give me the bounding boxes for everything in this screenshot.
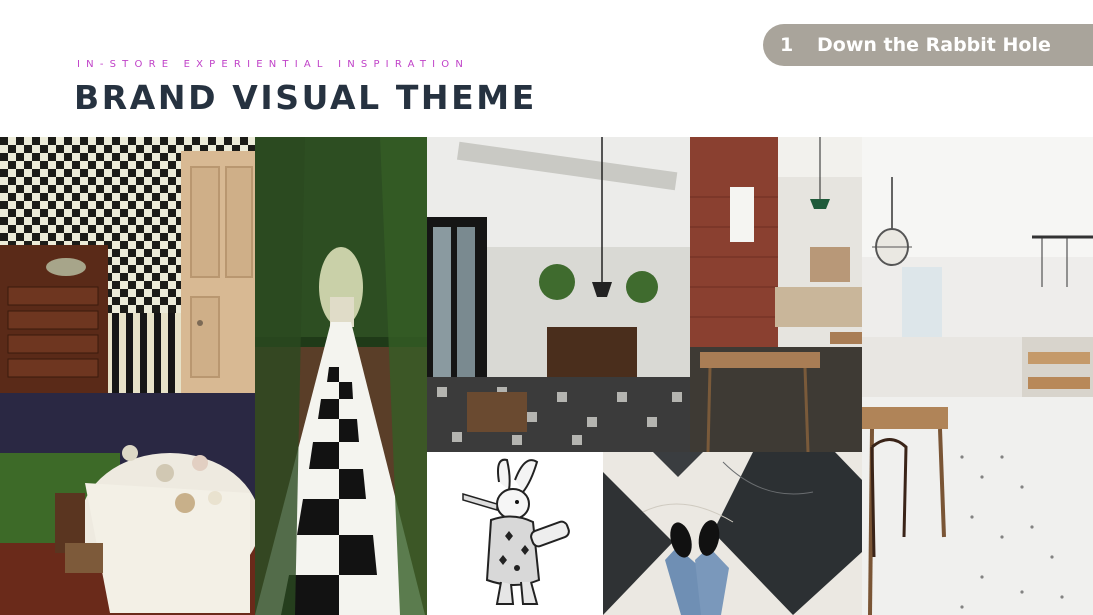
tea-party-table-photo bbox=[0, 393, 255, 615]
garden-checkered-path-photo bbox=[255, 137, 427, 615]
header-eyebrow: IN-STORE EXPERIENTIAL INSPIRATION bbox=[77, 59, 470, 70]
white-bakery-cafe-photo bbox=[862, 137, 1093, 615]
section-number: 1 bbox=[780, 34, 794, 56]
section-label: Down the Rabbit Hole bbox=[817, 34, 1051, 56]
checkered-wallpaper-room-photo bbox=[0, 137, 255, 393]
marble-diamond-floor-photo bbox=[603, 452, 862, 615]
industrial-cafe-interior-photo bbox=[427, 137, 690, 452]
section-pill: 1 Down the Rabbit Hole bbox=[763, 24, 1093, 66]
page-title: BRAND VISUAL THEME bbox=[74, 78, 537, 117]
white-rabbit-illustration bbox=[427, 452, 603, 615]
brick-cafe-interior-photo bbox=[690, 137, 862, 452]
